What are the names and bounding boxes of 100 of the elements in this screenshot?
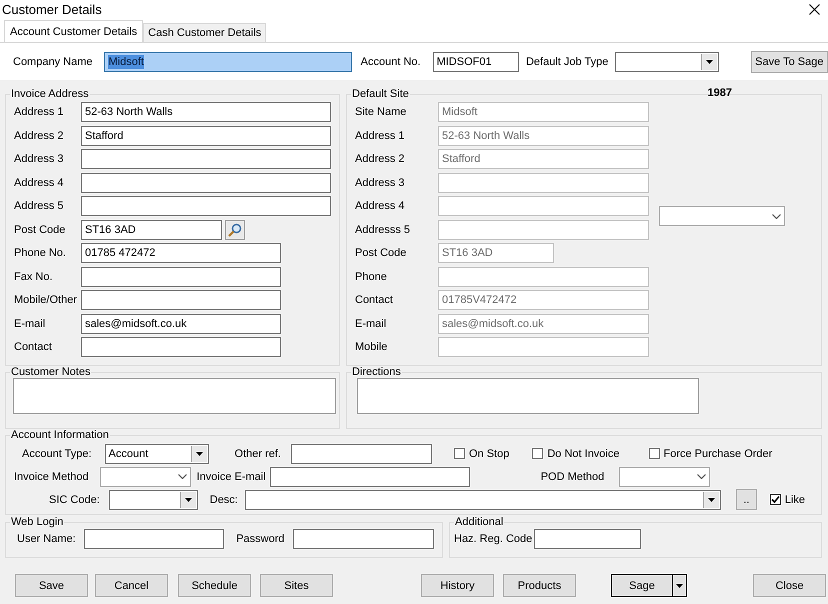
- text-field[interactable]: [81, 149, 331, 169]
- text-field[interactable]: 01785 472472: [81, 243, 281, 263]
- checkbox[interactable]: [770, 494, 781, 505]
- close-icon: [809, 4, 820, 14]
- field-label: Address 3: [355, 176, 406, 188]
- text-field[interactable]: [81, 196, 331, 216]
- search-icon: [228, 222, 242, 236]
- field-label: Address 4: [355, 200, 406, 212]
- field-label: Invoice Method: [14, 470, 89, 482]
- text-field[interactable]: sales@midsoft.co.uk: [81, 314, 281, 334]
- text-field[interactable]: Stafford: [81, 126, 331, 146]
- footer-button[interactable]: Sites: [260, 574, 333, 597]
- field-label: Address 1: [355, 130, 406, 142]
- text-field[interactable]: [438, 220, 649, 240]
- dropdown-arrow-icon: [706, 60, 713, 64]
- dropdown-arrow-icon: [676, 584, 683, 588]
- field-label: Phone No.: [14, 247, 67, 259]
- field-label: Address 4: [14, 176, 65, 188]
- field-label: Address 2: [355, 153, 406, 165]
- group-title: Customer Notes: [10, 366, 92, 378]
- checkbox-label: Like: [784, 494, 806, 506]
- text-field[interactable]: [270, 466, 470, 486]
- field-label: Post Code: [355, 247, 408, 259]
- field-label: Fax No.: [14, 270, 54, 282]
- text-field[interactable]: [438, 266, 649, 286]
- text-field[interactable]: Midsoft: [438, 102, 649, 122]
- group-title: Default Site: [351, 88, 410, 100]
- notes-field[interactable]: [13, 378, 336, 414]
- tab[interactable]: Account Customer Details: [4, 20, 144, 42]
- dropdown[interactable]: [659, 206, 785, 226]
- save-to-sage-button[interactable]: Save To Sage: [750, 50, 828, 72]
- field-label: Company Name: [13, 56, 92, 68]
- search-button[interactable]: [225, 220, 245, 240]
- text-field[interactable]: Midsoft: [104, 52, 352, 72]
- text-field[interactable]: [438, 196, 649, 216]
- field-label: Address 3: [14, 153, 65, 165]
- dropdown-arrow-icon: [184, 498, 192, 502]
- sage-menu-button[interactable]: [672, 575, 686, 596]
- text-field[interactable]: [81, 266, 281, 286]
- dropdown[interactable]: [244, 490, 721, 510]
- more-button[interactable]: ..: [736, 489, 757, 510]
- close-button[interactable]: Close: [753, 574, 826, 597]
- footer-button[interactable]: Products: [503, 574, 576, 597]
- footer-button[interactable]: Save: [15, 574, 88, 597]
- text-field[interactable]: [290, 444, 432, 464]
- text-field[interactable]: 52-63 North Walls: [81, 102, 331, 122]
- text-field[interactable]: ST16 3AD: [81, 220, 222, 240]
- dropdown[interactable]: [100, 466, 191, 486]
- text-field[interactable]: [81, 172, 331, 192]
- field-label: Mobile/Other: [14, 294, 78, 306]
- group-title: Web Login: [10, 516, 64, 528]
- directions-field[interactable]: [357, 378, 699, 414]
- field-label: E-mail: [355, 318, 388, 330]
- tab[interactable]: Cash Customer Details: [143, 23, 266, 42]
- chevron-down-icon: [772, 214, 781, 218]
- footer-button[interactable]: Schedule: [178, 574, 251, 597]
- text-field[interactable]: [293, 529, 434, 549]
- text-field[interactable]: [81, 337, 281, 357]
- dropdown[interactable]: [619, 466, 710, 486]
- group-title: Additional: [454, 516, 504, 528]
- field-label: Haz. Reg. Code: [454, 533, 532, 545]
- field-label: Invoice E-mail: [196, 470, 266, 482]
- site-number: 1987: [708, 87, 732, 99]
- text-field[interactable]: [534, 529, 642, 549]
- text-field[interactable]: sales@midsoft.co.uk: [438, 314, 649, 334]
- dropdown-arrow-icon: [708, 498, 715, 502]
- checkbox[interactable]: [648, 448, 660, 459]
- field-label: Address 5: [14, 200, 65, 212]
- field-label: Other ref.: [234, 448, 281, 460]
- text-field[interactable]: 01785V472472: [438, 290, 649, 310]
- text-field[interactable]: [438, 172, 649, 192]
- text-field[interactable]: Stafford: [438, 149, 649, 169]
- dropdown[interactable]: [615, 52, 719, 72]
- checkbox-label: Force Purchase Order: [664, 448, 772, 460]
- group-title: Invoice Address: [10, 88, 90, 100]
- field-label: Mobile: [355, 341, 388, 353]
- field-label: POD Method: [540, 470, 604, 482]
- footer-button[interactable]: History: [421, 574, 494, 597]
- checkbox[interactable]: [532, 448, 544, 459]
- sage-button[interactable]: Sage: [612, 575, 672, 596]
- field-label: Account Type:: [22, 448, 92, 460]
- group-title: Directions: [351, 366, 402, 378]
- dropdown[interactable]: Account: [104, 444, 209, 464]
- dropdown[interactable]: [108, 490, 198, 510]
- text-field[interactable]: [84, 529, 224, 549]
- text-field[interactable]: 52-63 North Walls: [438, 126, 649, 146]
- checkbox[interactable]: [454, 448, 465, 459]
- field-label: User Name:: [17, 533, 76, 545]
- field-label: Password: [236, 533, 284, 545]
- field-label: Post Code: [14, 224, 66, 236]
- footer-button[interactable]: Cancel: [95, 574, 168, 597]
- text-field[interactable]: [81, 290, 281, 310]
- text-field[interactable]: [438, 337, 649, 357]
- text-field[interactable]: ST16 3AD: [438, 243, 554, 263]
- text-field[interactable]: MIDSOF01: [432, 52, 519, 72]
- field-label: SIC Code:: [49, 494, 100, 506]
- field-label: Desc:: [210, 494, 238, 506]
- field-label: Address 2: [14, 130, 65, 142]
- field-label: Account No.: [360, 56, 421, 68]
- field-label: Contact: [355, 294, 394, 306]
